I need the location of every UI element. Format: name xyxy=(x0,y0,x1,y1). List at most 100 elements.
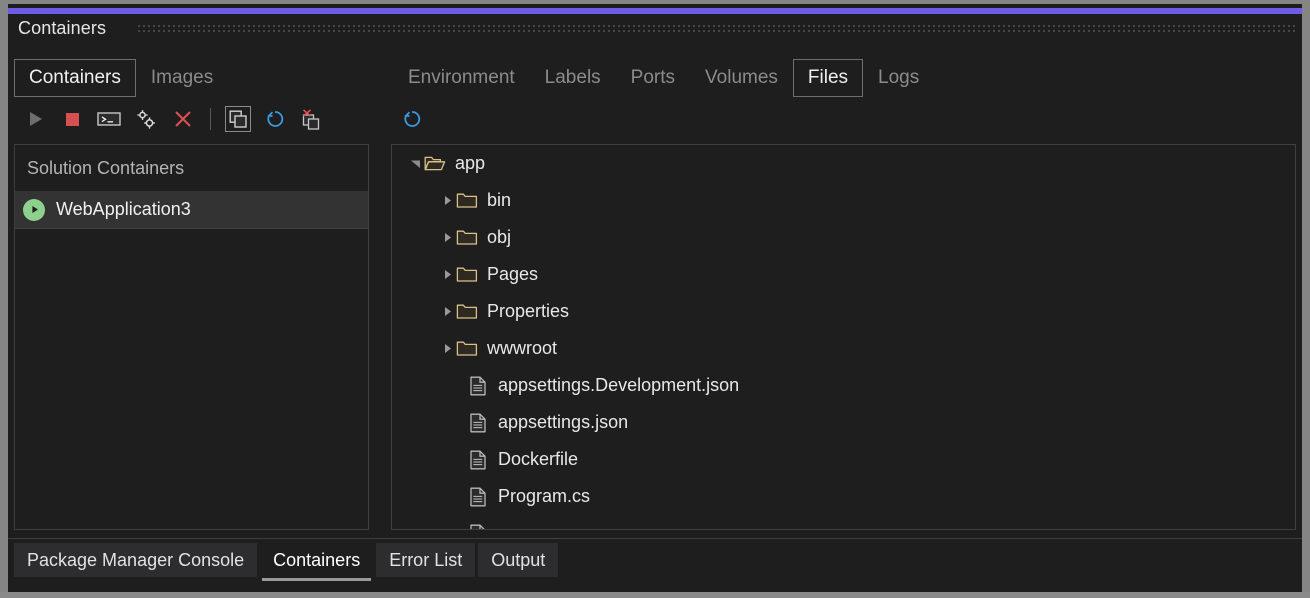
files-tree[interactable]: app bin xyxy=(391,144,1296,530)
tree-row[interactable]: Dockerfile xyxy=(392,441,1295,478)
tab-files[interactable]: Files xyxy=(793,59,863,97)
chevron-right-icon[interactable] xyxy=(438,303,456,321)
play-icon xyxy=(26,110,44,128)
tab-containers-bottom-label: Containers xyxy=(273,550,360,571)
tree-row[interactable]: bin xyxy=(392,182,1295,219)
refresh-containers-button[interactable] xyxy=(262,106,288,132)
file-icon xyxy=(467,412,489,434)
containers-icon xyxy=(229,110,248,129)
bottom-tool-window-tabstrip: Package Manager Console Containers Error… xyxy=(8,538,1302,593)
containers-toolbar xyxy=(22,102,325,136)
tree-node-label: bin xyxy=(487,190,511,211)
tree-row[interactable]: Pages xyxy=(392,256,1295,293)
details-tabstrip: Environment Labels Ports Volumes Files L… xyxy=(393,58,934,98)
remove-containers-icon xyxy=(301,109,323,130)
tab-output[interactable]: Output xyxy=(478,543,558,577)
start-container-button[interactable] xyxy=(22,106,48,132)
show-containers-button[interactable] xyxy=(225,106,251,132)
tab-files-label: Files xyxy=(808,67,848,88)
tab-containers-label: Containers xyxy=(29,67,121,88)
files-toolbar xyxy=(399,102,425,136)
tab-labels-label: Labels xyxy=(545,67,601,88)
list-item[interactable]: WebApplication3 xyxy=(15,191,368,229)
tab-package-manager-console-label: Package Manager Console xyxy=(27,550,244,571)
tree-node-label: wwwroot xyxy=(487,338,557,359)
window-bottom-border xyxy=(0,592,1310,598)
tab-volumes[interactable]: Volumes xyxy=(690,59,793,97)
folder-icon xyxy=(456,227,478,249)
tab-error-list[interactable]: Error List xyxy=(376,543,475,577)
folder-icon xyxy=(456,190,478,212)
tree-row[interactable]: appsettings.json xyxy=(392,404,1295,441)
file-icon xyxy=(467,375,489,397)
containers-pane-tabstrip: Containers Images xyxy=(14,58,228,98)
tree-node-label: Program.cs xyxy=(498,486,590,507)
tree-row[interactable]: wwwroot xyxy=(392,330,1295,367)
tree-node-label: Pages xyxy=(487,264,538,285)
running-play-icon xyxy=(23,199,45,221)
tree-node-label: app xyxy=(455,153,485,174)
toolbar-separator xyxy=(210,108,211,130)
tab-ports[interactable]: Ports xyxy=(616,59,690,97)
tab-logs-label: Logs xyxy=(878,67,919,88)
folder-icon xyxy=(456,301,478,323)
container-settings-button[interactable] xyxy=(133,106,159,132)
container-details-pane: Environment Labels Ports Volumes Files L… xyxy=(385,46,1302,538)
solution-containers-list: Solution Containers WebApplication3 xyxy=(14,144,369,530)
tree-row[interactable]: app xyxy=(392,145,1295,182)
tree-row[interactable] xyxy=(392,515,1295,530)
chevron-right-icon[interactable] xyxy=(438,340,456,358)
folder-open-icon xyxy=(424,153,446,175)
tree-row[interactable]: appsettings.Development.json xyxy=(392,367,1295,404)
tab-logs[interactable]: Logs xyxy=(863,59,934,97)
window-title: Containers xyxy=(18,18,106,39)
pane-splitter[interactable] xyxy=(375,46,385,538)
tree-node-label: appsettings.json xyxy=(498,412,628,433)
refresh-icon xyxy=(265,109,285,129)
tab-ports-label: Ports xyxy=(631,67,675,88)
chevron-right-icon[interactable] xyxy=(438,192,456,210)
tab-output-label: Output xyxy=(491,550,545,571)
tree-row[interactable]: obj xyxy=(392,219,1295,256)
tab-environment[interactable]: Environment xyxy=(393,59,530,97)
tab-package-manager-console[interactable]: Package Manager Console xyxy=(14,543,257,577)
folder-icon xyxy=(456,264,478,286)
prune-containers-button[interactable] xyxy=(299,106,325,132)
tree-row[interactable]: Program.cs xyxy=(392,478,1295,515)
stop-icon xyxy=(63,110,81,128)
chevron-right-icon[interactable] xyxy=(438,229,456,247)
containers-pane: Containers Images xyxy=(8,46,375,538)
screen-root: Containers Containers Images xyxy=(0,0,1310,598)
tab-images[interactable]: Images xyxy=(136,59,228,97)
tab-labels[interactable]: Labels xyxy=(530,59,616,97)
tab-environment-label: Environment xyxy=(408,67,515,88)
bottom-tabs: Package Manager Console Containers Error… xyxy=(14,543,558,577)
tree-node-label: obj xyxy=(487,227,511,248)
folder-icon xyxy=(456,338,478,360)
tab-images-label: Images xyxy=(151,67,213,88)
tree-row[interactable]: Properties xyxy=(392,293,1295,330)
file-icon xyxy=(467,523,489,531)
tab-containers[interactable]: Containers xyxy=(14,59,136,97)
window-drag-gripper[interactable] xyxy=(138,25,1296,34)
gears-icon xyxy=(135,108,157,130)
chevron-right-icon[interactable] xyxy=(438,266,456,284)
tab-error-list-label: Error List xyxy=(389,550,462,571)
container-name-label: WebApplication3 xyxy=(56,199,191,220)
window-titlebar[interactable]: Containers xyxy=(8,14,1302,46)
open-terminal-button[interactable] xyxy=(96,106,122,132)
tree-node-label: Properties xyxy=(487,301,569,322)
tree-node-label: Dockerfile xyxy=(498,449,578,470)
stop-container-button[interactable] xyxy=(59,106,85,132)
tree-node-label: appsettings.Development.json xyxy=(498,375,739,396)
tab-volumes-label: Volumes xyxy=(705,67,778,88)
tab-containers-bottom[interactable]: Containers xyxy=(260,543,373,577)
chevron-down-icon[interactable] xyxy=(406,155,424,173)
file-icon xyxy=(467,449,489,471)
remove-container-button[interactable] xyxy=(170,106,196,132)
close-x-icon xyxy=(173,109,193,129)
refresh-files-button[interactable] xyxy=(399,106,425,132)
terminal-icon xyxy=(97,110,121,128)
refresh-icon xyxy=(402,109,422,129)
window-body: Containers Images xyxy=(8,46,1302,538)
